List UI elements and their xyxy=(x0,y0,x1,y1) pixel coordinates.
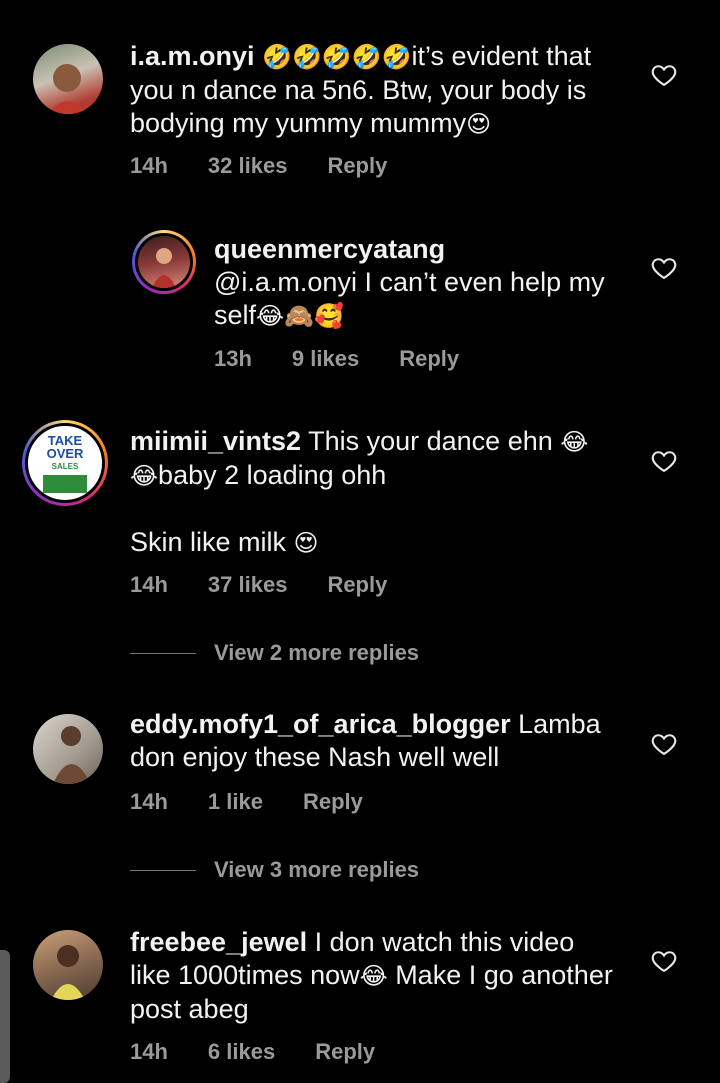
comment-meta: 14h 1 like Reply xyxy=(130,789,403,815)
comment-meta: 13h 9 likes Reply xyxy=(214,346,499,372)
comment-time: 14h xyxy=(130,153,168,178)
emoji: 😂 xyxy=(130,462,159,490)
heart-icon[interactable] xyxy=(650,254,678,282)
comment-time: 14h xyxy=(130,789,168,814)
comment-likes[interactable]: 32 likes xyxy=(208,153,288,178)
comment-time: 13h xyxy=(214,346,252,371)
comment-text: freebee_jewel I don watch this video lik… xyxy=(130,926,620,1026)
comment-time: 14h xyxy=(130,572,168,597)
comment-likes[interactable]: 6 likes xyxy=(208,1039,275,1064)
comment-likes[interactable]: 9 likes xyxy=(292,346,359,371)
view-more-replies-button[interactable]: View 2 more replies xyxy=(130,640,419,666)
emoji: 😂 xyxy=(560,428,589,456)
comment-text: miimii_vints2 This your dance ehn 😂 😂bab… xyxy=(130,425,620,560)
view-more-replies-button[interactable]: View 3 more replies xyxy=(130,857,419,883)
emoji: 😂🙈🥰 xyxy=(256,302,344,330)
avatar[interactable] xyxy=(132,230,196,294)
comment-body: This your dance ehn xyxy=(308,426,553,456)
emoji: 🤣🤣🤣🤣🤣 xyxy=(262,43,412,71)
comment-username[interactable]: i.a.m.onyi xyxy=(130,41,255,71)
heart-icon[interactable] xyxy=(650,447,678,475)
avatar[interactable] xyxy=(33,714,103,784)
comment-username[interactable]: miimii_vints2 xyxy=(130,426,301,456)
avatar[interactable]: TAKE OVER SALES xyxy=(22,420,108,506)
view-more-label: View 3 more replies xyxy=(214,857,420,882)
comment-text: eddy.mofy1_of_arica_blogger Lamba don en… xyxy=(130,708,620,774)
avatar[interactable] xyxy=(33,44,103,114)
comment-username[interactable]: queenmercyatang xyxy=(214,234,445,264)
edge-swipe-handle[interactable] xyxy=(0,950,10,1083)
comment-body-line: Skin like milk xyxy=(130,527,287,557)
avatar-logo-text: SALES xyxy=(51,461,79,471)
divider xyxy=(130,869,196,871)
comment-username[interactable]: freebee_jewel xyxy=(130,927,307,957)
comment-likes[interactable]: 1 like xyxy=(208,789,263,814)
avatar[interactable] xyxy=(33,930,103,1000)
comment-meta: 14h 37 likes Reply xyxy=(130,572,427,598)
avatar-logo-text: OVER xyxy=(46,445,84,461)
comment-time: 14h xyxy=(130,1039,168,1064)
comment-meta: 14h 6 likes Reply xyxy=(130,1039,415,1065)
comment-likes[interactable]: 37 likes xyxy=(208,572,288,597)
reply-button[interactable]: Reply xyxy=(315,1039,375,1064)
reply-button[interactable]: Reply xyxy=(327,153,387,178)
heart-icon[interactable] xyxy=(650,61,678,89)
emoji: 😍 xyxy=(466,110,492,138)
reply-button[interactable]: Reply xyxy=(399,346,459,371)
view-more-label: View 2 more replies xyxy=(214,640,420,665)
emoji: 😂 xyxy=(359,962,388,990)
emoji: 😍 xyxy=(293,529,319,557)
divider xyxy=(130,652,196,654)
comment-text: i.a.m.onyi 🤣🤣🤣🤣🤣it’s evident that you n … xyxy=(130,40,620,141)
avatar-logo-text: TAKE xyxy=(47,432,83,448)
comment-body-line: baby 2 loading ohh xyxy=(158,460,387,490)
comment-meta: 14h 32 likes Reply xyxy=(130,153,427,179)
comment-username[interactable]: eddy.mofy1_of_arica_blogger xyxy=(130,709,511,739)
reply-button[interactable]: Reply xyxy=(303,789,363,814)
heart-icon[interactable] xyxy=(650,730,678,758)
comment-text: queenmercyatang @i.a.m.onyi I can’t even… xyxy=(214,233,624,333)
heart-icon[interactable] xyxy=(650,947,678,975)
reply-button[interactable]: Reply xyxy=(327,572,387,597)
